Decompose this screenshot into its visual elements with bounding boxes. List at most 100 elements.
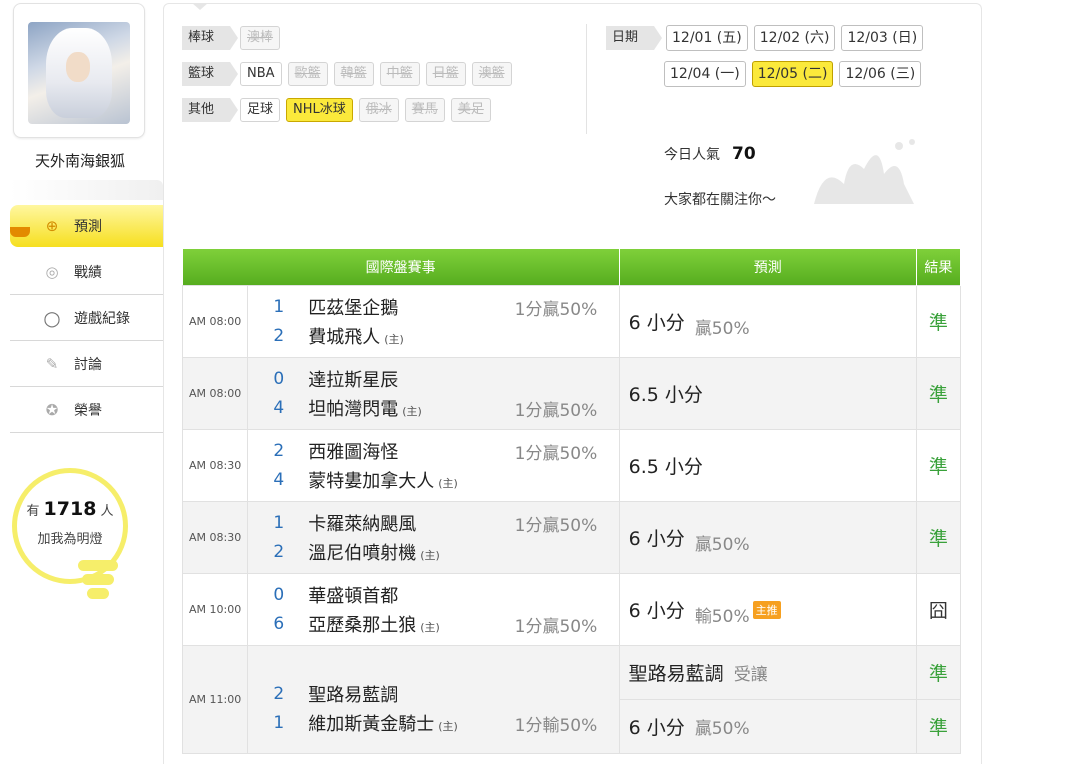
matchup-cell: 1 匹茲堡企鵝 1分贏50% 2 費城飛人 (主): [247, 285, 620, 358]
matchup-cell: 2 聖路易藍調 1 維加斯黃金騎士 (主) 1分輸50%: [247, 645, 620, 754]
nav-item-honor[interactable]: ✪ 榮譽: [10, 387, 163, 433]
league-tag[interactable]: 日籃: [425, 62, 466, 86]
table-row: AM 08:30 2 西雅圖海怪 1分贏50% 4 蒙特婁加拿大人 (主) 6.5 小分 準: [181, 429, 962, 502]
ring-icon: ○: [43, 305, 61, 330]
team-name[interactable]: 溫尼伯噴射機 (主): [308, 539, 514, 565]
prediction-cell: 6 小分 贏50%: [618, 699, 917, 754]
result-mark: 準: [915, 285, 962, 358]
result-mark: 準: [915, 645, 962, 700]
prediction-cell: 6 小分 輸50% 主推: [618, 573, 917, 646]
matchup-cell: 0 華盛頓首都 6 亞歷桑那土狼 (主) 1分贏50%: [247, 573, 620, 646]
team-name[interactable]: 維加斯黃金騎士 (主): [308, 710, 514, 736]
date-button[interactable]: 12/06 (三): [839, 61, 922, 87]
team-score: 0: [273, 369, 285, 389]
date-button[interactable]: 12/01 (五): [666, 25, 748, 51]
matchup-cell: 1 卡羅萊納颶風 1分贏50% 2 溫尼伯噴射機 (主): [247, 501, 620, 574]
prediction-outcome: 贏50%: [694, 719, 750, 739]
game-time: AM 08:00: [181, 285, 249, 358]
popularity: 今日人氣 70: [664, 144, 756, 164]
date-button[interactable]: 12/04 (一): [664, 61, 746, 87]
team-line: 2 溫尼伯噴射機 (主): [248, 538, 618, 567]
home-marker: (主): [438, 477, 458, 490]
date-row-2: 12/04 (一) 12/05 (二) 12/06 (三): [664, 61, 927, 87]
lightbulb-base-icon: [78, 552, 118, 600]
team-name[interactable]: 西雅圖海怪: [308, 438, 514, 464]
date-button[interactable]: 12/02 (六): [753, 25, 836, 51]
team-name[interactable]: 亞歷桑那土狼 (主): [308, 611, 514, 637]
home-marker: (主): [420, 621, 440, 634]
user-name[interactable]: 天外南海銀狐: [0, 150, 160, 171]
category-row-other: 其他 足球 NHL冰球 俄冰 賽馬 美足: [182, 98, 497, 122]
game-time: AM 08:30: [181, 429, 249, 502]
team-name[interactable]: 匹茲堡企鵝: [308, 294, 514, 320]
category-label: 其他: [182, 98, 239, 122]
team-odds: 1分贏50%: [514, 400, 598, 421]
league-tag-selected[interactable]: NHL冰球: [286, 98, 353, 122]
table-row: AM 11:00 2 聖路易藍調 1 維加斯黃金騎士 (主) 1分輸50% 聖路易藍調 受讓準: [181, 645, 962, 754]
main-panel: 棒球 澳棒 籃球 NBA 歐籃 韓籃 中籃 日籃 澳籃 其他 足球 NHL冰球 …: [163, 3, 982, 764]
league-tag[interactable]: 歐籃: [287, 62, 328, 86]
team-name[interactable]: 坦帕灣閃電 (主): [308, 395, 514, 421]
date-button[interactable]: 12/03 (日): [841, 25, 924, 51]
team-score: 1: [273, 513, 285, 533]
team-score: 1: [273, 297, 285, 317]
league-tag[interactable]: 澳籃: [471, 62, 512, 86]
team-odds: 1分贏50%: [514, 299, 598, 320]
team-score: 1: [273, 713, 285, 733]
team-odds: 1分輸50%: [514, 715, 598, 736]
nav-label: 討論: [74, 356, 102, 373]
team-line: 2 聖路易藍調: [248, 680, 618, 709]
nav-item-discuss[interactable]: ✎ 討論: [10, 341, 163, 387]
league-tag[interactable]: 俄冰: [358, 98, 399, 122]
nav-item-predict[interactable]: ⊕ 預測: [10, 205, 182, 247]
team-score: 6: [273, 614, 285, 634]
team-odds: 1分贏50%: [514, 616, 598, 637]
league-tag[interactable]: NBA: [240, 62, 282, 86]
team-score: 2: [273, 542, 285, 562]
vertical-divider: [586, 24, 587, 134]
prediction-outcome: 贏50%: [694, 319, 750, 339]
team-line: 1 匹茲堡企鵝 1分贏50%: [248, 293, 618, 322]
avatar[interactable]: [28, 22, 130, 124]
team-name[interactable]: 聖路易藍調: [308, 681, 514, 707]
league-tag[interactable]: 韓籃: [333, 62, 374, 86]
prediction-pick: 6.5 小分: [628, 384, 703, 406]
home-marker: (主): [420, 549, 440, 562]
table-row: AM 08:00 0 達拉斯星辰 4 坦帕灣閃電 (主) 1分贏50% 6.5 小分 準: [181, 357, 962, 430]
matchup-cell: 2 西雅圖海怪 1分贏50% 4 蒙特婁加拿大人 (主): [247, 429, 620, 502]
nav-item-record[interactable]: ◎ 戰績: [10, 249, 163, 295]
prediction-outcome: 輸50%: [694, 607, 750, 627]
prediction-cell: 6 小分 贏50%: [618, 285, 917, 358]
team-line: 1 維加斯黃金騎士 (主) 1分輸50%: [248, 709, 618, 738]
team-name[interactable]: 卡羅萊納颶風: [308, 510, 514, 536]
game-time: AM 11:00: [181, 645, 249, 754]
result-mark: 準: [915, 501, 962, 574]
follow-lamp-button[interactable]: 加我為明燈: [18, 528, 122, 547]
league-tag[interactable]: 澳棒: [240, 26, 281, 50]
table-row: AM 08:30 1 卡羅萊納颶風 1分贏50% 2 溫尼伯噴射機 (主) 6 小分 贏50% 準: [181, 501, 962, 574]
nav-label: 戰績: [74, 264, 102, 281]
category-label: 棒球: [182, 26, 239, 50]
prediction-table: 國際盤賽事 預測 結果 AM 08:00 1 匹茲堡企鵝 1分贏50% 2 費城飛人 (主)…: [181, 249, 962, 754]
popularity-message: 大家都在關注你～: [664, 192, 776, 208]
team-line: 6 亞歷桑那土狼 (主) 1分贏50%: [248, 610, 618, 639]
league-tag[interactable]: 賽馬: [404, 98, 445, 122]
date-button-selected[interactable]: 12/05 (二): [751, 61, 834, 87]
mascot-watermark-icon: [814, 139, 915, 204]
league-tag[interactable]: 美足: [450, 98, 491, 122]
home-marker: (主): [438, 720, 458, 733]
header-result: 結果: [916, 249, 962, 286]
nav-item-game-log[interactable]: ○ 遊戲紀錄: [10, 295, 163, 341]
sidebar-nav: ⊕ 預測 ◎ 戰績 ○ 遊戲紀錄 ✎ 討論 ✪ 榮譽: [10, 205, 182, 433]
league-tag[interactable]: 足球: [240, 98, 281, 122]
team-name[interactable]: 華盛頓首都: [308, 582, 514, 608]
team-line: 0 華盛頓首都: [248, 581, 618, 610]
team-odds: 1分贏50%: [514, 515, 598, 536]
team-name[interactable]: 達拉斯星辰: [308, 366, 514, 392]
league-tag[interactable]: 中籃: [379, 62, 420, 86]
team-name[interactable]: 蒙特婁加拿大人 (主): [308, 467, 514, 493]
home-marker: (主): [402, 405, 422, 418]
team-name[interactable]: 費城飛人 (主): [308, 323, 514, 349]
avatar-card[interactable]: [13, 3, 145, 138]
prediction-cell: 6.5 小分: [618, 357, 917, 430]
